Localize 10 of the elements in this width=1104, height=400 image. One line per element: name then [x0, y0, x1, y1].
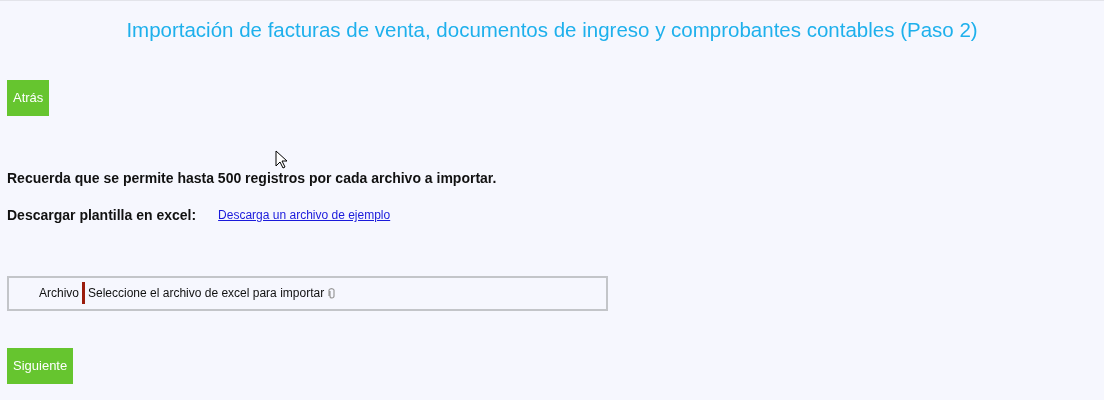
file-field[interactable]: Archivo Seleccione el archivo de excel para importar	[7, 275, 608, 311]
page-title: Importación de facturas de venta, documentos de ingreso y comprobantes contables (Paso 2)	[125, 17, 979, 43]
file-label: Archivo	[39, 285, 79, 303]
notice-text: Recuerda que se permite hasta 500 registros por cada archivo a importar.	[7, 168, 498, 188]
download-link[interactable]: Descarga un archivo de ejemplo	[218, 206, 391, 225]
paperclip-icon	[328, 286, 337, 300]
file-placeholder: Seleccione el archivo de excel para importar	[88, 285, 325, 303]
template-label: Descargar plantilla en excel:	[7, 205, 197, 225]
field-marker	[82, 282, 85, 305]
cursor-icon	[275, 150, 288, 169]
